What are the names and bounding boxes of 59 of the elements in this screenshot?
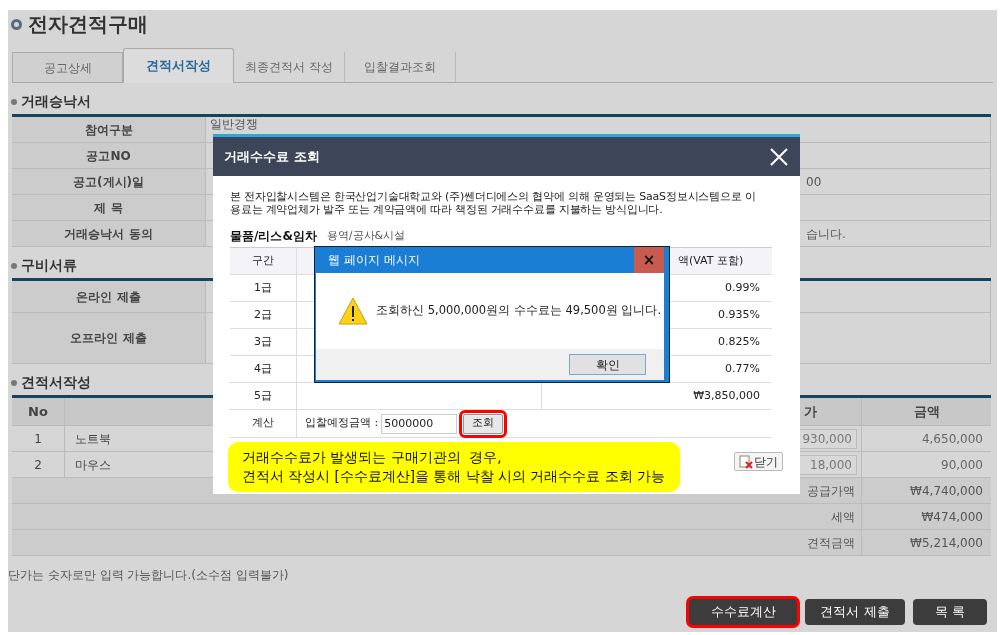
table-cell: 2급 [230, 302, 297, 328]
tab[interactable]: 견적서작성 [123, 48, 234, 83]
table-cell: 4급 [230, 356, 297, 382]
rate-text: 0.825% [718, 333, 760, 350]
table-cell: 3급 [230, 329, 297, 355]
ok-button[interactable]: 확인 [569, 354, 646, 375]
row-label: 제 목 [12, 195, 205, 220]
table-cell: 계산 [230, 410, 297, 437]
section-bullet-icon [11, 379, 17, 386]
alert-title: 웹 페이지 메시지 [327, 252, 420, 269]
page-title: 전자견적구매 [28, 11, 148, 38]
row-label: 오프라인 제출 [12, 313, 205, 363]
category-tab[interactable]: 용역/공사&시설 [326, 227, 406, 245]
table-cell-text: 90,000 [940, 456, 984, 474]
total-label: 견적금액 [12, 530, 862, 555]
total-value: ₩4,740,000 [909, 482, 984, 500]
total-value: ₩474,000 [920, 508, 984, 526]
action-button[interactable]: 견적서 제출 [805, 599, 905, 625]
column-header: 액(VAT 포함) [678, 252, 744, 269]
table-cell-text: 4,650,000 [920, 430, 984, 448]
warning-icon [338, 297, 368, 325]
section-title: 거래승낙서 [21, 92, 91, 111]
rate-text: 0.77% [725, 360, 760, 377]
total-label: 세액 [12, 504, 862, 529]
tab[interactable]: 공고상세 [12, 52, 123, 82]
table-cell: 2 [12, 452, 65, 477]
rate-text: 0.99% [725, 279, 760, 296]
section-title: 구비서류 [21, 256, 77, 275]
row-label: 거래승낙서 동의 [12, 221, 205, 246]
section-bullet-icon [11, 262, 17, 269]
close-icon[interactable] [770, 147, 788, 166]
section-title: 견적서작성 [21, 373, 91, 392]
table-cell: 5급 [230, 383, 297, 409]
description-line: 용료는 계약업체가 발주 또는 계약금액에 따라 책정된 거래수수료를 지불하는 방식입니다. [230, 203, 663, 216]
category-tab[interactable]: 물품/리스&임차 [230, 227, 317, 245]
dialog-title: 거래수수료 조회 [224, 147, 320, 166]
action-button[interactable]: 수수료계산 [689, 599, 797, 625]
close-button[interactable]: 닫기 [734, 452, 783, 471]
amount-field[interactable]: 5000000 [381, 413, 458, 434]
row-label: 참여구분 [12, 117, 205, 142]
table-cell: 1급 [230, 275, 297, 301]
table-cell: 1 [12, 426, 65, 451]
row-label: 온라인 제출 [12, 281, 205, 312]
column-header: 구간 [230, 248, 297, 274]
alert-message: 조회하신 5,000,000원의 수수료는 49,500원 입니다. [376, 302, 662, 320]
total-value: ₩5,214,000 [909, 534, 984, 552]
tab[interactable]: 입찰결과조회 [345, 52, 456, 82]
rate-text: 0.935% [718, 306, 760, 323]
section-bullet-icon [11, 98, 17, 105]
action-button[interactable]: 목 록 [913, 599, 987, 625]
row-label: 공고NO [12, 143, 205, 168]
note-text: 단가는 숫자로만 입력 가능합니다.(소수점 입력불가) [8, 567, 289, 582]
row-label: 공고(게시)일 [12, 169, 205, 194]
tab[interactable]: 최종견적서 작성 [234, 52, 345, 82]
column-header: No [12, 398, 65, 425]
title-bullet-icon [11, 18, 22, 30]
column-header: 금액 [912, 402, 941, 421]
document-x-icon [739, 454, 753, 469]
close-button[interactable]: × [634, 247, 664, 273]
